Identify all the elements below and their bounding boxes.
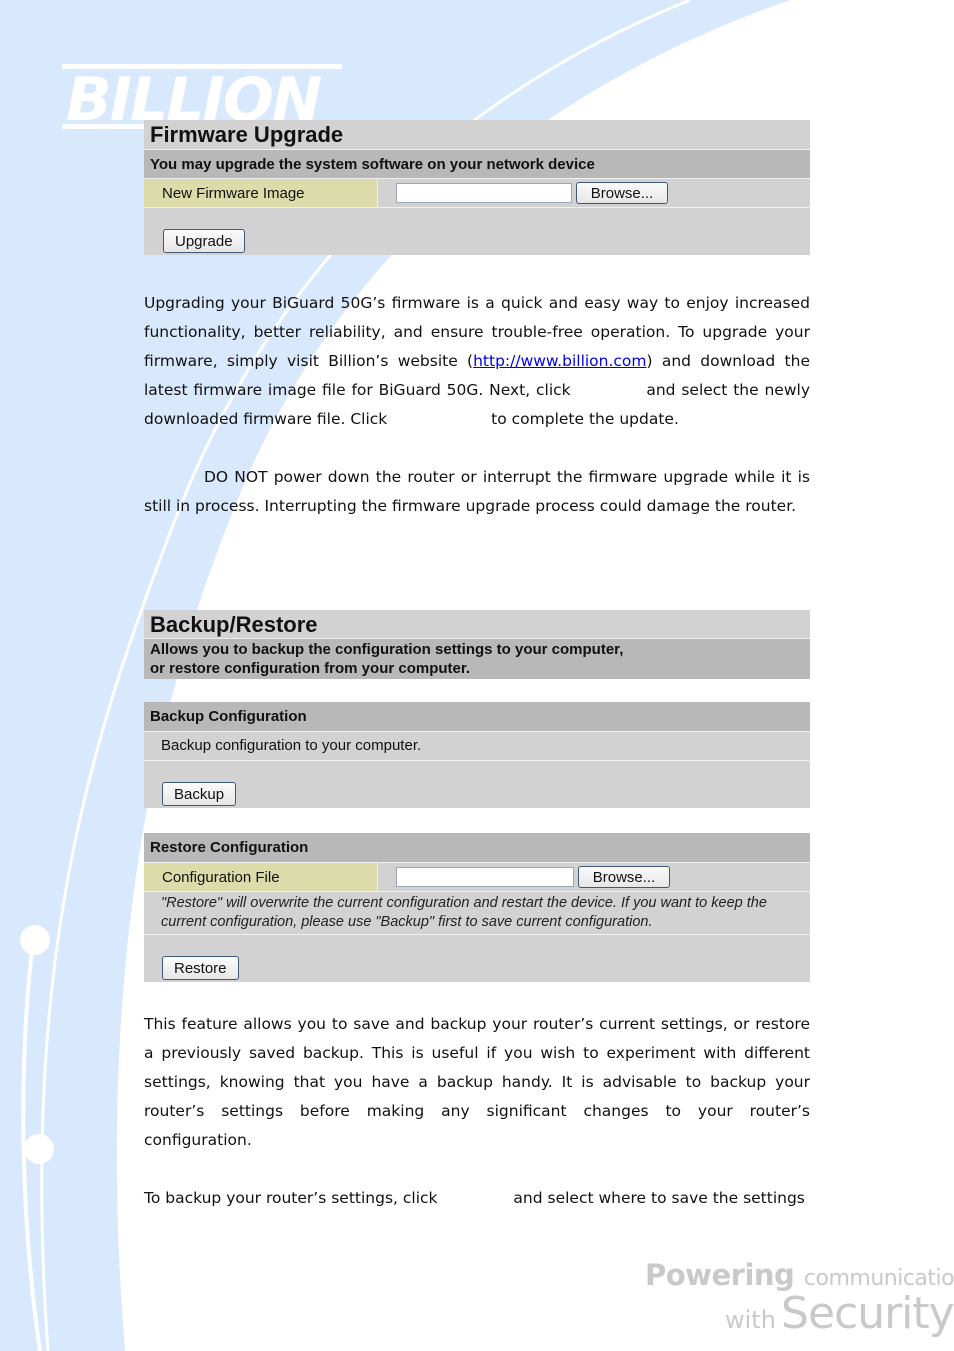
decor-dot-icon: [24, 1134, 54, 1164]
decor-dot-icon: [20, 925, 50, 955]
backup-restore-panel: Backup/Restore Allows you to backup the …: [144, 610, 810, 679]
upgrade-button-row: Upgrade: [144, 208, 810, 255]
firmware-file-input[interactable]: [396, 183, 572, 203]
backup-description: This feature allows you to save and back…: [144, 1010, 810, 1213]
restore-configuration-section: Restore Configuration Configuration File…: [144, 833, 810, 982]
backup-info: Backup configuration to your computer.: [144, 732, 810, 761]
panel-subtitle: You may upgrade the system software on y…: [144, 150, 810, 179]
backup-configuration-section: Backup Configuration Backup configuratio…: [144, 702, 810, 808]
firmware-upgrade-panel: Firmware Upgrade You may upgrade the sys…: [144, 120, 810, 255]
new-firmware-image-label: New Firmware Image: [144, 179, 378, 207]
new-firmware-image-row: New Firmware Image Browse...: [144, 179, 810, 208]
restore-warning-note: "Restore" will overwrite the current con…: [144, 892, 810, 935]
tagline: Powering communications with Security: [645, 1258, 954, 1339]
configuration-file-row: Configuration File Browse...: [144, 863, 810, 892]
backup-configuration-header: Backup Configuration: [144, 702, 810, 732]
configuration-browse-button[interactable]: Browse...: [578, 866, 670, 888]
firmware-description: Upgrading your BiGuard 50G’s firmware is…: [144, 289, 810, 521]
upgrade-button[interactable]: Upgrade: [163, 229, 245, 253]
firmware-paragraph: Upgrading your BiGuard 50G’s firmware is…: [144, 294, 811, 428]
panel-subtitle: Allows you to backup the configuration s…: [144, 639, 810, 679]
backup-button-row: Backup: [144, 761, 810, 808]
restore-button[interactable]: Restore: [162, 956, 239, 980]
panel-title: Backup/Restore: [144, 610, 810, 639]
restore-configuration-header: Restore Configuration: [144, 833, 810, 863]
firmware-warning: DO NOT power down the router or interrup…: [144, 468, 810, 515]
backup-instructions: To backup your router’s settings, click …: [144, 1189, 805, 1207]
panel-title: Firmware Upgrade: [144, 120, 810, 150]
configuration-file-label: Configuration File: [144, 863, 378, 891]
backup-paragraph: This feature allows you to save and back…: [144, 1015, 810, 1149]
configuration-file-input[interactable]: [396, 867, 574, 887]
restore-button-row: Restore: [144, 935, 810, 982]
billion-website-link[interactable]: http://www.billion.com: [473, 352, 646, 370]
backup-button[interactable]: Backup: [162, 782, 237, 806]
firmware-browse-button[interactable]: Browse...: [576, 182, 668, 204]
